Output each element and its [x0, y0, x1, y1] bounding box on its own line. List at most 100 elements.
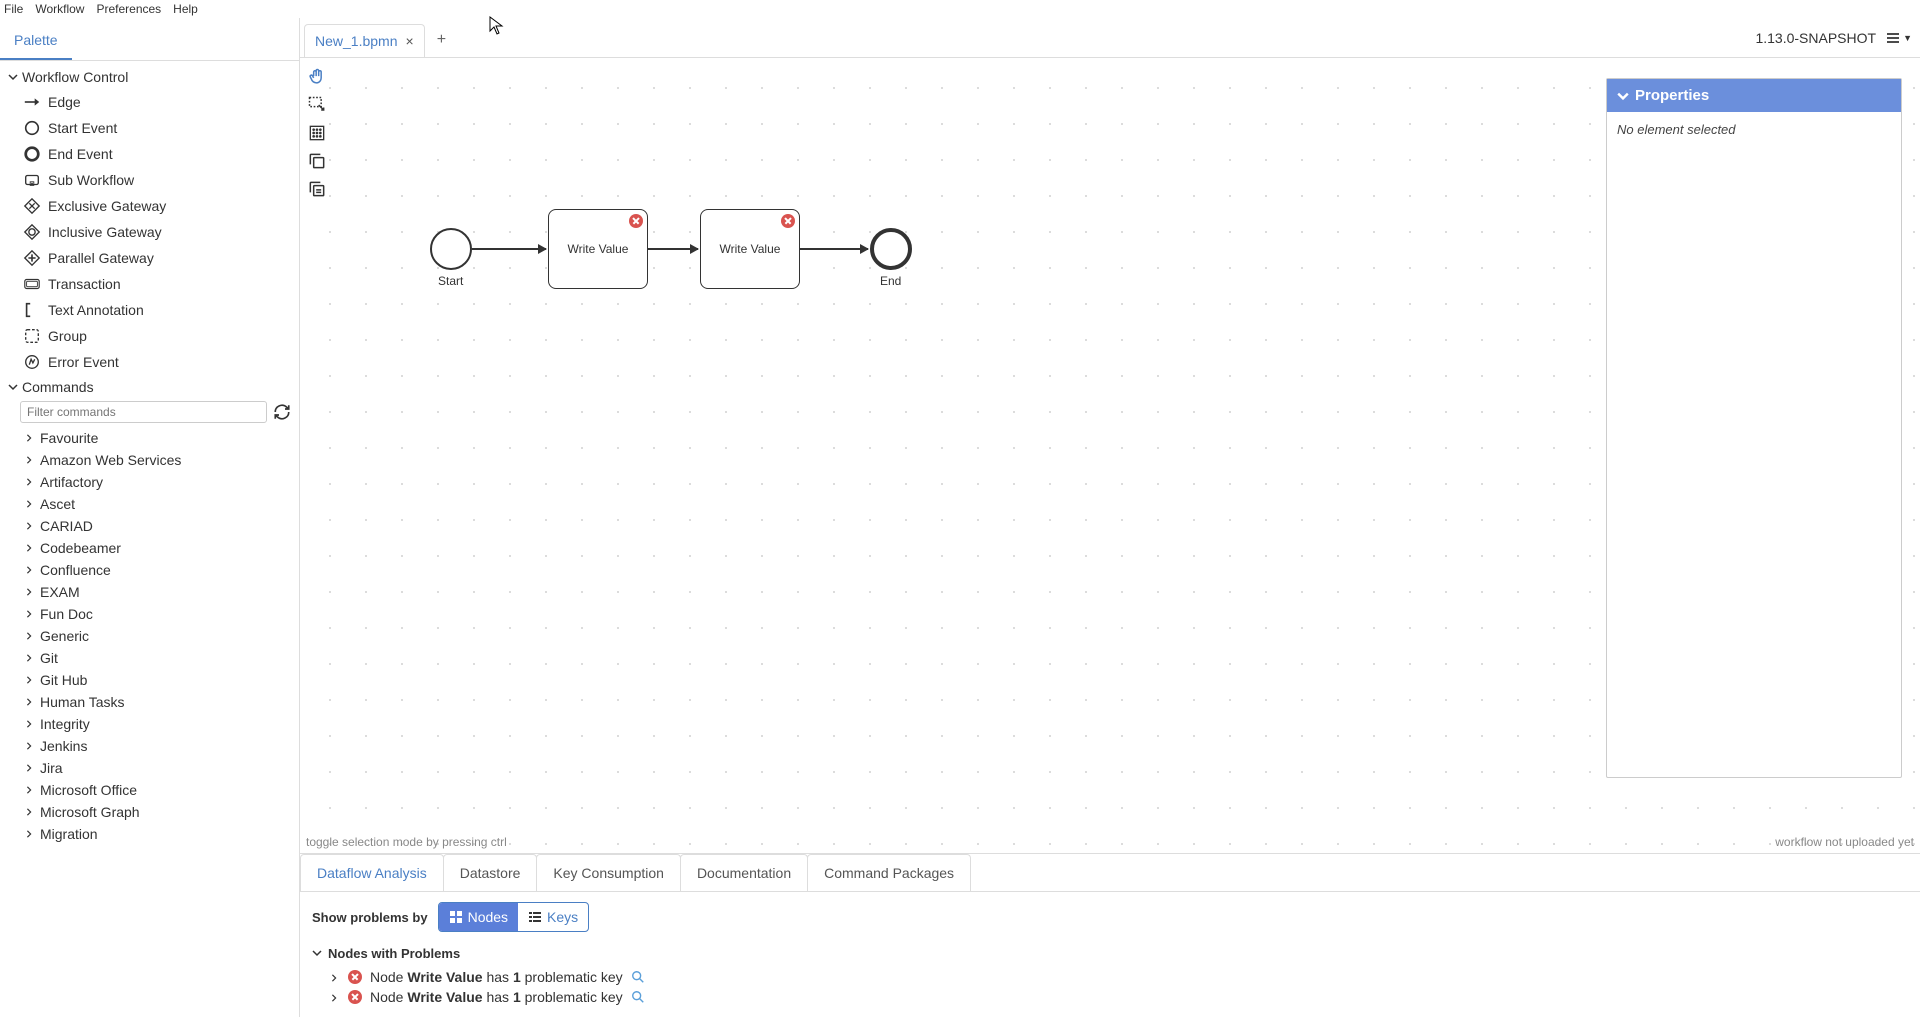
chevron-right-icon — [22, 434, 36, 442]
transaction-icon — [22, 274, 42, 294]
command-group[interactable]: Ascet — [0, 493, 299, 515]
filter-commands-input[interactable] — [20, 401, 267, 423]
seg-nodes[interactable]: Nodes — [439, 903, 518, 931]
close-tab-icon[interactable]: × — [406, 33, 414, 49]
tab-datastore[interactable]: Datastore — [443, 854, 538, 891]
palette-item-label: End Event — [48, 146, 113, 162]
command-group[interactable]: Confluence — [0, 559, 299, 581]
palette-item-end-event[interactable]: End Event — [0, 141, 299, 167]
add-tab-button[interactable]: + — [425, 23, 458, 57]
palette-item-label: Text Annotation — [48, 302, 144, 318]
error-badge-icon — [781, 214, 795, 228]
command-group[interactable]: Human Tasks — [0, 691, 299, 713]
refresh-icon[interactable] — [271, 403, 293, 421]
end-event-node[interactable] — [870, 228, 912, 270]
palette-item-start-event[interactable]: Start Event — [0, 115, 299, 141]
command-group[interactable]: Favourite — [0, 427, 299, 449]
error-icon — [348, 990, 362, 1004]
command-group-label: Git Hub — [40, 672, 87, 688]
command-group[interactable]: Integrity — [0, 713, 299, 735]
palette-item-inclusive-gateway[interactable]: Inclusive Gateway — [0, 219, 299, 245]
edge[interactable] — [472, 248, 546, 250]
command-group[interactable]: Codebeamer — [0, 537, 299, 559]
command-group[interactable]: Amazon Web Services — [0, 449, 299, 471]
palette-item-group[interactable]: Group — [0, 323, 299, 349]
command-group-label: Integrity — [40, 716, 90, 732]
command-group[interactable]: Microsoft Office — [0, 779, 299, 801]
chevron-right-icon — [22, 698, 36, 706]
chevron-right-icon — [22, 654, 36, 662]
seg-nodes-label: Nodes — [468, 909, 508, 925]
chevron-right-icon — [22, 676, 36, 684]
start-event-node[interactable] — [430, 228, 472, 270]
command-group[interactable]: Microsoft Graph — [0, 801, 299, 823]
command-group[interactable]: Artifactory — [0, 471, 299, 493]
command-group[interactable]: Jira — [0, 757, 299, 779]
palette-item-edge[interactable]: Edge — [0, 89, 299, 115]
canvas[interactable]: Start Write Value — [300, 58, 1920, 853]
palette-item-parallel-gateway[interactable]: Parallel Gateway — [0, 245, 299, 271]
command-group[interactable]: EXAM — [0, 581, 299, 603]
menu-help[interactable]: Help — [173, 2, 198, 16]
menu-file[interactable]: File — [4, 2, 23, 16]
problems-header-label: Nodes with Problems — [328, 946, 460, 961]
task-label: Write Value — [568, 242, 629, 256]
menu-preferences[interactable]: Preferences — [96, 2, 161, 16]
tab-command-packages[interactable]: Command Packages — [807, 854, 971, 891]
bottom-tabs: Dataflow Analysis Datastore Key Consumpt… — [300, 854, 1920, 892]
command-group[interactable]: Jenkins — [0, 735, 299, 757]
commands-header[interactable]: Commands — [0, 375, 299, 399]
properties-panel: Properties No element selected — [1606, 78, 1902, 778]
inclusive-gateway-icon — [22, 222, 42, 242]
command-group-label: Codebeamer — [40, 540, 121, 556]
menu-button[interactable]: ▼ — [1886, 31, 1912, 45]
problem-row[interactable]: Node Write Value has 1 problematic key — [312, 987, 1908, 1007]
seg-keys[interactable]: Keys — [518, 903, 588, 931]
properties-header[interactable]: Properties — [1607, 79, 1901, 112]
command-group[interactable]: Generic — [0, 625, 299, 647]
start-event-icon — [22, 118, 42, 138]
chevron-right-icon — [22, 544, 36, 552]
file-tab[interactable]: New_1.bpmn × — [304, 24, 425, 57]
palette-item-text-annotation[interactable]: Text Annotation — [0, 297, 299, 323]
command-group-label: CARIAD — [40, 518, 93, 534]
edge[interactable] — [800, 248, 868, 250]
commands-label: Commands — [22, 379, 94, 395]
task-node-1[interactable]: Write Value — [548, 209, 648, 289]
command-group[interactable]: Fun Doc — [0, 603, 299, 625]
command-group-label: EXAM — [40, 584, 80, 600]
command-group-label: Microsoft Office — [40, 782, 137, 798]
workflow-control-label: Workflow Control — [22, 69, 128, 85]
command-group-label: Jenkins — [40, 738, 87, 754]
command-group[interactable]: Git Hub — [0, 669, 299, 691]
chevron-right-icon — [22, 610, 36, 618]
palette-item-label: Inclusive Gateway — [48, 224, 162, 240]
exclusive-gateway-icon — [22, 196, 42, 216]
chevron-right-icon — [22, 500, 36, 508]
command-group[interactable]: CARIAD — [0, 515, 299, 537]
palette-item-exclusive-gateway[interactable]: Exclusive Gateway — [0, 193, 299, 219]
workflow-control-header[interactable]: Workflow Control — [0, 65, 299, 89]
tab-dataflow-analysis[interactable]: Dataflow Analysis — [300, 854, 444, 891]
chevron-right-icon — [22, 588, 36, 596]
segment-group: Nodes Keys — [438, 902, 590, 932]
palette-item-sub-workflow[interactable]: Sub Workflow — [0, 167, 299, 193]
problem-row[interactable]: Node Write Value has 1 problematic key — [312, 967, 1908, 987]
palette-item-error-event[interactable]: Error Event — [0, 349, 299, 375]
palette-tab[interactable]: Palette — [0, 24, 72, 60]
tab-documentation[interactable]: Documentation — [680, 854, 808, 891]
text-annotation-icon — [22, 300, 42, 320]
error-badge-icon — [629, 214, 643, 228]
command-group[interactable]: Git — [0, 647, 299, 669]
edge[interactable] — [648, 248, 698, 250]
canvas-hint: toggle selection mode by pressing ctrl — [306, 835, 507, 849]
command-group[interactable]: Migration — [0, 823, 299, 845]
tab-key-consumption[interactable]: Key Consumption — [536, 854, 681, 891]
menu-workflow[interactable]: Workflow — [35, 2, 84, 16]
problems-header[interactable]: Nodes with Problems — [312, 946, 1908, 961]
task-node-2[interactable]: Write Value — [700, 209, 800, 289]
palette-item-transaction[interactable]: Transaction — [0, 271, 299, 297]
magnify-icon[interactable] — [631, 970, 645, 984]
magnify-icon[interactable] — [631, 990, 645, 1004]
chevron-right-icon — [22, 478, 36, 486]
